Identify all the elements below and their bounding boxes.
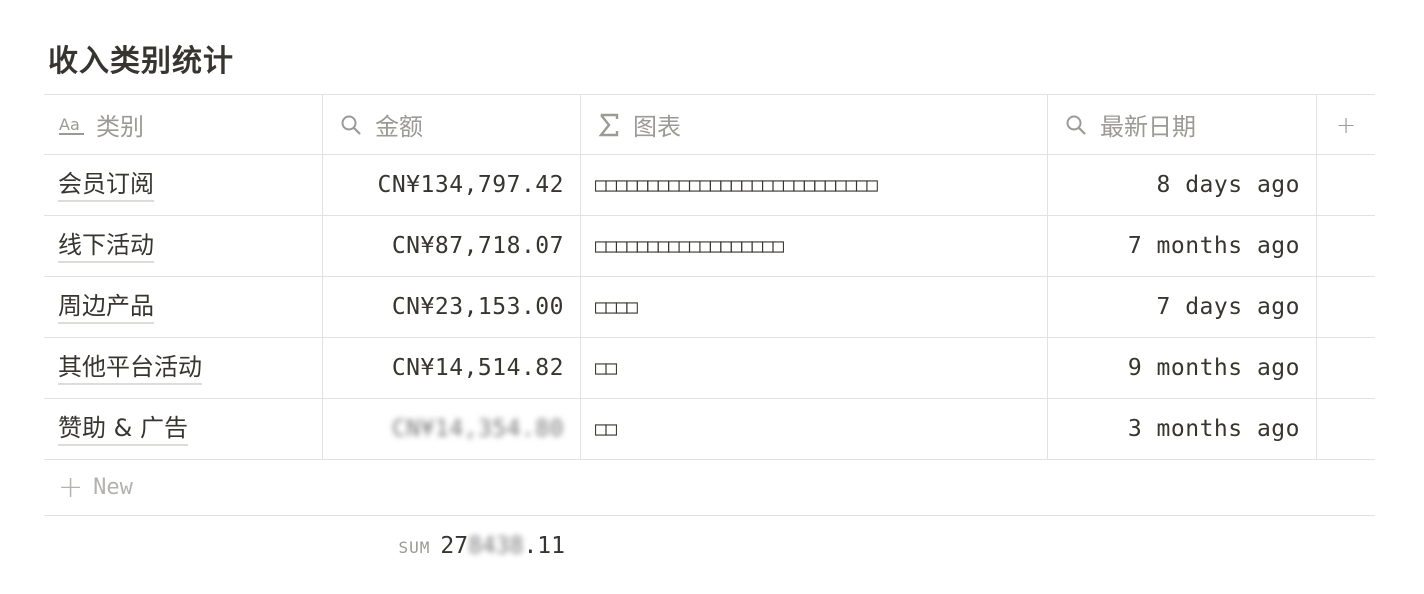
table-row[interactable]: 会员订阅 CN¥134,797.42 □□□□□□□□□□□□□□□□□□□□□…: [44, 155, 1375, 216]
date-value: 7 days ago: [1156, 294, 1300, 320]
date-cell[interactable]: 9 months ago: [1048, 338, 1317, 398]
date-value: 7 months ago: [1127, 233, 1300, 259]
amount-cell[interactable]: CN¥14,354.80: [323, 399, 581, 459]
table-row[interactable]: 周边产品 CN¥23,153.00 □□□□ 7 days ago: [44, 277, 1375, 338]
empty-cell: [1317, 277, 1375, 337]
date-cell[interactable]: 7 months ago: [1048, 216, 1317, 276]
chart-cell[interactable]: □□□□□□□□□□□□□□□□□□: [581, 216, 1048, 276]
category-cell[interactable]: 会员订阅: [44, 155, 323, 215]
date-value: 3 months ago: [1127, 416, 1300, 442]
table-row[interactable]: 线下活动 CN¥87,718.07 □□□□□□□□□□□□□□□□□□ 7 m…: [44, 216, 1375, 277]
sum-value: 278438.11: [440, 533, 565, 559]
category-cell[interactable]: 周边产品: [44, 277, 323, 337]
column-header-category[interactable]: Aa 类别: [44, 95, 323, 154]
empty-cell: [1317, 399, 1375, 459]
column-header-label: 类别: [96, 113, 144, 141]
sum-label: SUM: [398, 538, 431, 557]
amount-sum[interactable]: SUM 278438.11: [44, 533, 581, 559]
new-row-label: New: [93, 475, 133, 500]
chart-bar: □□: [595, 418, 617, 440]
empty-cell: [1317, 155, 1375, 215]
amount-value: CN¥134,797.42: [377, 172, 564, 198]
add-column-button[interactable]: +: [1317, 95, 1375, 154]
category-link[interactable]: 赞助 & 广告: [58, 413, 188, 446]
amount-cell[interactable]: CN¥14,514.82: [323, 338, 581, 398]
amount-value: CN¥14,514.82: [391, 355, 564, 381]
date-cell[interactable]: 8 days ago: [1048, 155, 1317, 215]
chart-bar: □□□□□□□□□□□□□□□□□□□□□□□□□□□: [595, 174, 878, 196]
amount-cell[interactable]: CN¥23,153.00: [323, 277, 581, 337]
page-title: 收入类别统计: [48, 44, 234, 79]
sum-value-prefix: 27: [440, 533, 469, 559]
category-cell[interactable]: 其他平台活动: [44, 338, 323, 398]
svg-text:Aa: Aa: [59, 115, 80, 134]
category-link[interactable]: 会员订阅: [58, 169, 154, 202]
search-icon: [337, 114, 365, 136]
text-type-icon: Aa: [58, 114, 86, 136]
date-cell[interactable]: 3 months ago: [1048, 399, 1317, 459]
chart-cell[interactable]: □□□□: [581, 277, 1048, 337]
chart-cell[interactable]: □□: [581, 399, 1048, 459]
column-header-chart[interactable]: 图表: [581, 95, 1048, 154]
sum-value-obscured: 8438: [468, 533, 524, 559]
chart-cell[interactable]: □□: [581, 338, 1048, 398]
amount-cell[interactable]: CN¥87,718.07: [323, 216, 581, 276]
table-row[interactable]: 其他平台活动 CN¥14,514.82 □□ 9 months ago: [44, 338, 1375, 399]
column-header-label: 图表: [633, 113, 681, 141]
date-value: 9 months ago: [1127, 355, 1300, 381]
date-cell[interactable]: 7 days ago: [1048, 277, 1317, 337]
category-link[interactable]: 线下活动: [58, 230, 154, 263]
column-header-amount[interactable]: 金额: [323, 95, 581, 154]
chart-bar: □□□□□□□□□□□□□□□□□□: [595, 235, 784, 257]
new-row-button[interactable]: + New: [44, 460, 1375, 516]
plus-icon: +: [58, 470, 84, 505]
column-header-latest-date[interactable]: 最新日期: [1048, 95, 1317, 154]
table-row[interactable]: 赞助 & 广告 CN¥14,354.80 □□ 3 months ago: [44, 399, 1375, 460]
table-header: Aa 类别 金额 图表 最新日期 +: [44, 94, 1375, 155]
amount-value: CN¥23,153.00: [391, 294, 564, 320]
chart-cell[interactable]: □□□□□□□□□□□□□□□□□□□□□□□□□□□: [581, 155, 1048, 215]
chart-bar: □□□□: [595, 296, 638, 318]
plus-icon: +: [1335, 110, 1357, 139]
database-table: Aa 类别 金额 图表 最新日期 + 会员订阅 CN¥134,797.42 □□…: [44, 94, 1375, 576]
category-link[interactable]: 周边产品: [58, 291, 154, 324]
category-cell[interactable]: 线下活动: [44, 216, 323, 276]
amount-value-obscured: CN¥14,354.80: [391, 416, 564, 442]
sum-value-suffix: .11: [523, 533, 565, 559]
empty-cell: [1317, 216, 1375, 276]
amount-value: CN¥87,718.07: [391, 233, 564, 259]
amount-cell[interactable]: CN¥134,797.42: [323, 155, 581, 215]
summary-row: SUM 278438.11: [44, 516, 1375, 576]
category-link[interactable]: 其他平台活动: [58, 352, 202, 385]
category-cell[interactable]: 赞助 & 广告: [44, 399, 323, 459]
sigma-icon: [595, 113, 623, 137]
search-icon: [1062, 114, 1090, 136]
column-header-label: 金额: [375, 113, 423, 141]
empty-cell: [1317, 338, 1375, 398]
column-header-label: 最新日期: [1100, 113, 1196, 141]
chart-bar: □□: [595, 357, 617, 379]
date-value: 8 days ago: [1156, 172, 1300, 198]
